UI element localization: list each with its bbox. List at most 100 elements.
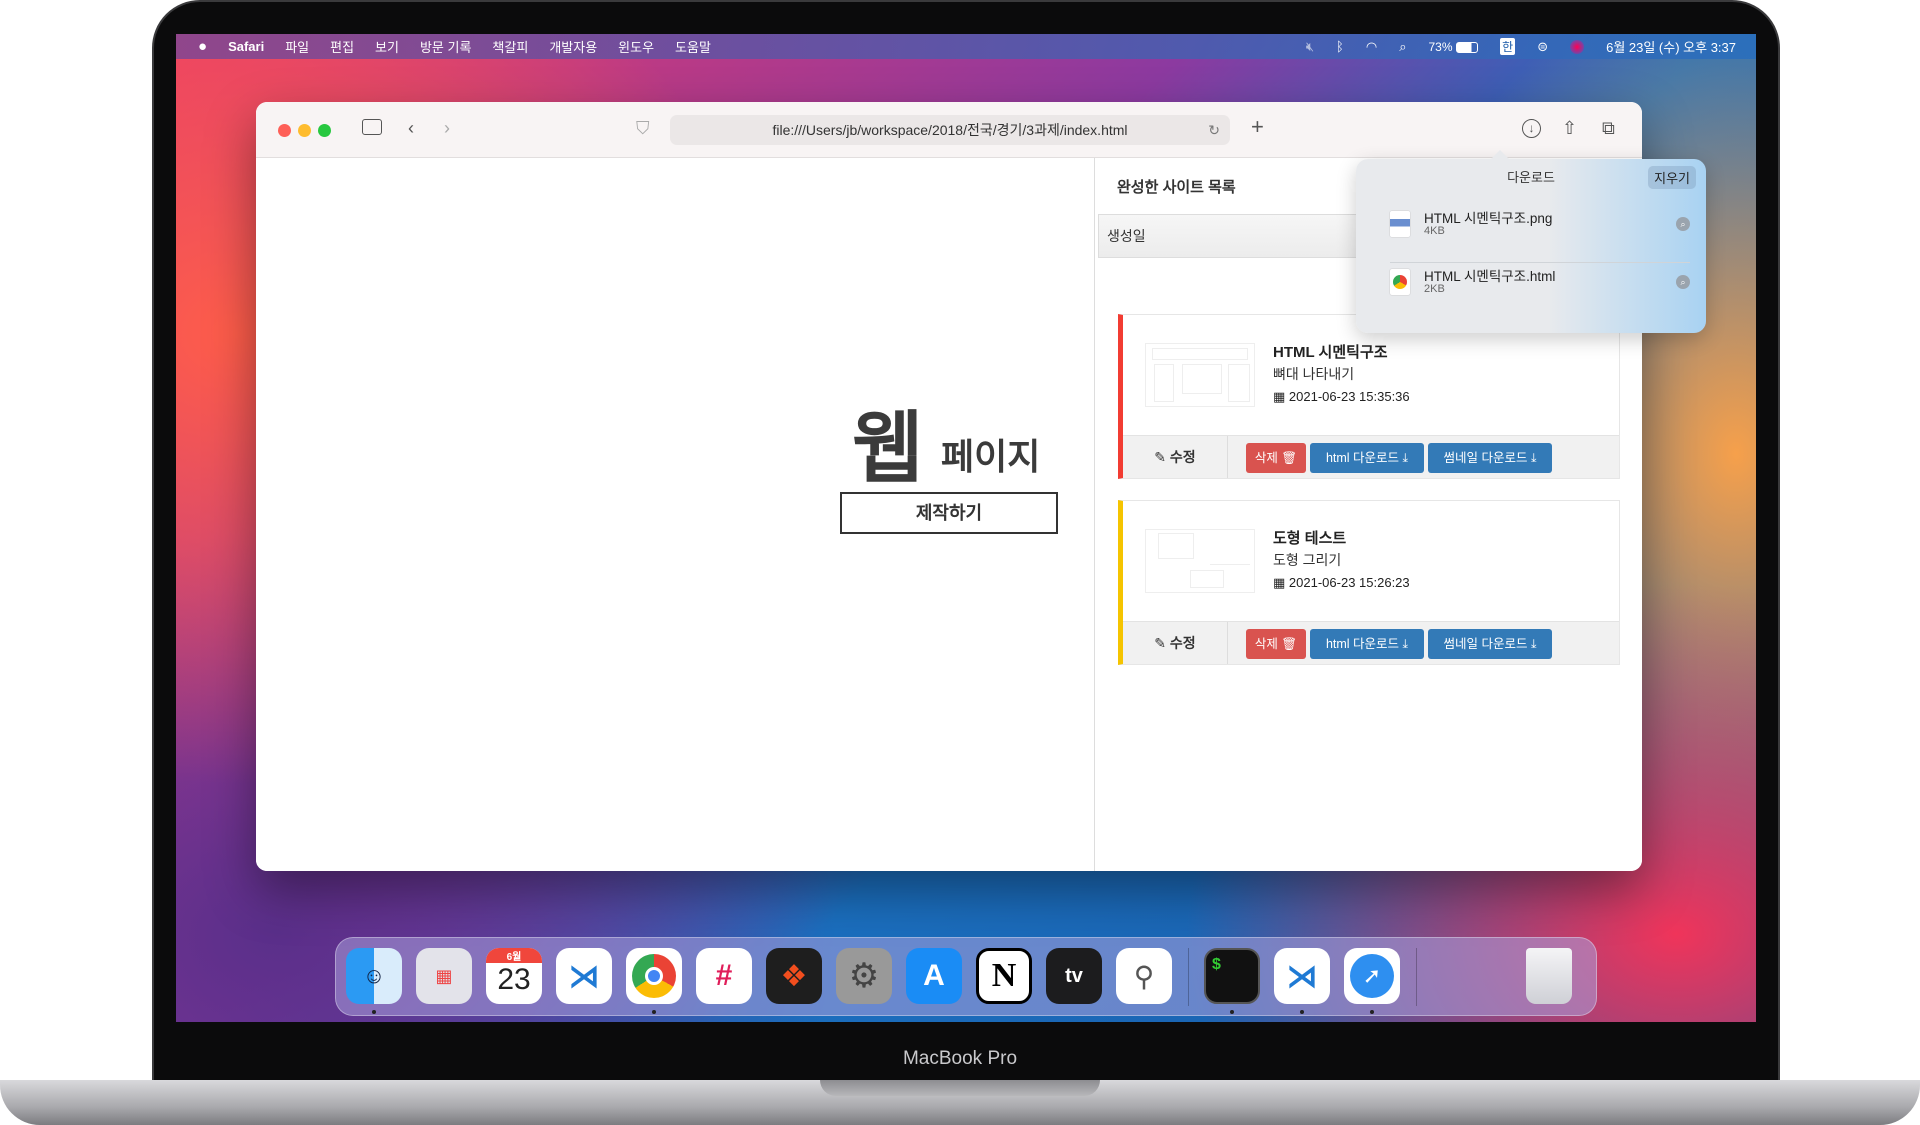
html-download-label: html 다운로드 (1325, 451, 1400, 465)
download-item[interactable]: HTML 시멘틱구조.png 4KB ⌕ (1390, 207, 1690, 255)
running-indicator (1300, 1010, 1304, 1014)
site-card: 도형 테스트 도형 그리기 ▦ 2021-06-23 15:26:23 ✎ 수정… (1118, 500, 1620, 665)
menu-develop[interactable]: 개발자용 (549, 37, 597, 56)
battery-status[interactable]: 73% (1428, 39, 1479, 54)
site-thumbnail (1145, 529, 1255, 593)
finder-icon[interactable]: ☺ (346, 948, 402, 1004)
site-description: 뼈대 나타내기 (1273, 366, 1355, 382)
download-size: 2KB (1424, 283, 1445, 295)
menu-history[interactable]: 방문 기록 (420, 37, 471, 56)
running-indicator (1230, 1010, 1234, 1014)
zoom-button[interactable] (318, 124, 331, 137)
edit-button[interactable]: ✎ 수정 (1123, 622, 1228, 664)
menu-window[interactable]: 윈도우 (618, 37, 654, 56)
url-text: file:///Users/jb/workspace/2018/전국/경기/3과… (772, 122, 1128, 138)
downloads-icon[interactable]: ↓ (1522, 119, 1541, 138)
date-text: 2021-06-23 15:26:23 (1288, 575, 1410, 590)
hero-title: 웹 (852, 404, 924, 492)
launchpad-icon[interactable]: ▦ (416, 948, 472, 1004)
calendar-month: 6월 (486, 948, 542, 963)
site-description: 도형 그리기 (1273, 552, 1342, 568)
delete-button[interactable]: 삭제 🗑︎ (1246, 443, 1306, 473)
control-center-icon[interactable]: ⊜ (1537, 39, 1548, 55)
download-item[interactable]: HTML 시멘틱구조.html 2KB ⌕ (1390, 265, 1690, 313)
terminal-icon[interactable]: $ (1204, 948, 1260, 1004)
calendar-day: 23 (497, 963, 531, 996)
calendar-icon[interactable]: 6월 23 (486, 948, 542, 1004)
mute-icon[interactable]: 🔇︎ (1306, 39, 1314, 55)
notion-icon[interactable]: N (976, 948, 1032, 1004)
trash-icon: 🗑︎ (1281, 451, 1298, 465)
forward-chevron-icon[interactable]: › (444, 118, 450, 139)
edit-label: 수정 (1169, 635, 1196, 651)
calendar-icon: ▦ (1273, 389, 1286, 404)
system-information-icon[interactable]: ⚲ (1116, 948, 1172, 1004)
preview-pane: 웹 페이지 제작하기 (256, 158, 1095, 871)
menu-bookmarks[interactable]: 책갈피 (492, 37, 528, 56)
tab-overview-icon[interactable]: ⧉ (1602, 118, 1615, 139)
trash-icon[interactable] (1526, 948, 1572, 1004)
chrome-html-file-icon (1390, 269, 1410, 295)
divider (1390, 262, 1690, 263)
calendar-icon: ▦ (1273, 575, 1286, 590)
wifi-icon[interactable]: ◠ (1366, 39, 1377, 55)
spotlight-search-icon[interactable]: ⌕ (1399, 39, 1406, 55)
safari-icon[interactable]: ➚ (1344, 948, 1400, 1004)
site-thumbnail (1145, 343, 1255, 407)
menu-app-safari[interactable]: Safari (228, 39, 264, 54)
menu-bar: ● Safari 파일 편집 보기 방문 기록 책갈피 개발자용 윈도우 도움말… (176, 34, 1756, 59)
app-store-icon[interactable]: A (906, 948, 962, 1004)
hero-subtitle: 페이지 (941, 436, 1041, 477)
menu-file[interactable]: 파일 (285, 37, 309, 56)
system-preferences-icon[interactable]: ⚙ (836, 948, 892, 1004)
siri-icon[interactable] (1570, 39, 1585, 54)
back-chevron-icon[interactable]: ‹ (408, 118, 414, 139)
download-icon: ⤓ (1530, 637, 1537, 651)
share-icon[interactable]: ⇧ (1562, 118, 1577, 139)
menu-view[interactable]: 보기 (375, 37, 399, 56)
edit-button[interactable]: ✎ 수정 (1123, 436, 1228, 478)
battery-percent: 73% (1428, 40, 1453, 54)
make-button[interactable]: 제작하기 (840, 492, 1058, 534)
html-download-button[interactable]: html 다운로드 ⤓ (1310, 443, 1424, 473)
menu-edit[interactable]: 편집 (330, 37, 354, 56)
reload-icon[interactable]: ↻ (1208, 115, 1220, 145)
menu-help[interactable]: 도움말 (675, 37, 711, 56)
edit-label: 수정 (1169, 449, 1196, 465)
apple-menu-icon[interactable]: ● (198, 38, 207, 55)
input-method-icon[interactable]: 한 (1500, 38, 1516, 55)
thumbnail-download-label: 썸네일 다운로드 (1443, 637, 1528, 651)
date-text: 2021-06-23 15:35:36 (1288, 389, 1410, 404)
show-in-finder-icon[interactable]: ⌕ (1676, 217, 1690, 231)
privacy-shield-icon[interactable]: ⛉ (636, 118, 650, 139)
new-tab-button[interactable]: + (1251, 114, 1264, 140)
bluetooth-icon[interactable]: ᛒ (1336, 39, 1344, 54)
thumbnail-download-button[interactable]: 썸네일 다운로드 ⤓ (1428, 443, 1552, 473)
laptop-hinge-notch (820, 1080, 1100, 1096)
minimize-button[interactable] (298, 124, 311, 137)
delete-button[interactable]: 삭제 🗑︎ (1246, 629, 1306, 659)
download-icon: ⤓ (1530, 451, 1537, 465)
edit-icon: ✎ (1154, 635, 1167, 651)
delete-label: 삭제 (1254, 451, 1278, 465)
slack-icon[interactable]: # (696, 948, 752, 1004)
show-in-finder-icon[interactable]: ⌕ (1676, 275, 1690, 289)
download-icon: ⤓ (1402, 637, 1409, 651)
close-button[interactable] (278, 124, 291, 137)
address-bar[interactable]: file:///Users/jb/workspace/2018/전국/경기/3과… (670, 115, 1230, 145)
thumbnail-download-button[interactable]: 썸네일 다운로드 ⤓ (1428, 629, 1552, 659)
running-indicator (652, 1010, 656, 1014)
sidebar-toggle-icon[interactable] (362, 119, 382, 135)
chrome-icon[interactable] (626, 948, 682, 1004)
clock[interactable]: 6월 23일 (수) 오후 3:37 (1606, 37, 1736, 56)
device-label: MacBook Pro (902, 1048, 1018, 1069)
html-download-button[interactable]: html 다운로드 ⤓ (1310, 629, 1424, 659)
trash-icon: 🗑︎ (1281, 637, 1298, 651)
vscode-icon[interactable]: ⋊ (556, 948, 612, 1004)
figma-icon[interactable]: ❖ (766, 948, 822, 1004)
site-title: HTML 시멘틱구조 (1273, 344, 1388, 361)
clear-downloads-button[interactable]: 지우기 (1648, 166, 1696, 189)
apple-tv-icon[interactable]: tv (1046, 948, 1102, 1004)
vscode-icon[interactable]: ⋊ (1274, 948, 1330, 1004)
delete-label: 삭제 (1254, 637, 1278, 651)
